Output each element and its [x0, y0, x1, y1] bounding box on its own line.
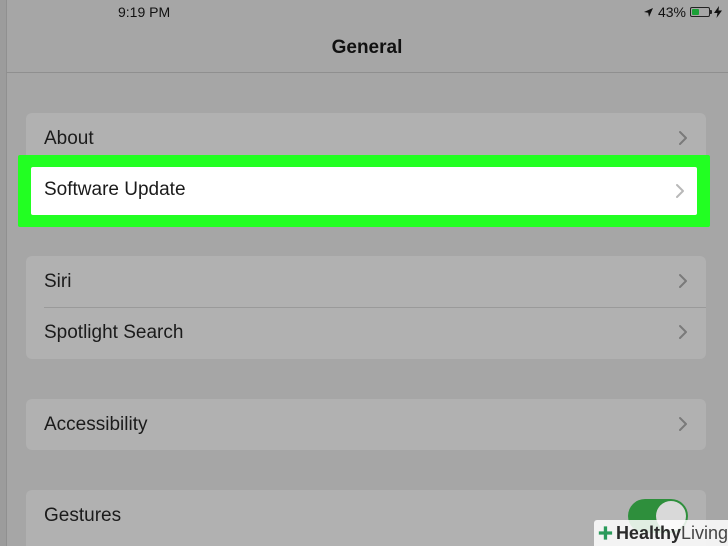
- battery-percent: 43%: [657, 4, 686, 20]
- status-time: 9:19 PM: [118, 4, 171, 20]
- navigation-bar: General: [6, 24, 728, 73]
- chevron-right-icon: [676, 184, 684, 198]
- status-right: 43%: [643, 4, 722, 20]
- cross-plus-icon: [598, 526, 613, 540]
- settings-group-search: Siri Spotlight Search: [26, 256, 706, 359]
- battery-icon: [690, 7, 712, 17]
- highlight-box: Software Update: [18, 155, 710, 227]
- row-spotlight-search[interactable]: Spotlight Search: [26, 307, 706, 358]
- row-accessibility[interactable]: Accessibility: [26, 399, 706, 450]
- chevron-right-icon: [679, 131, 687, 145]
- status-bar: 9:19 PM 43%: [0, 0, 728, 24]
- chevron-right-icon: [679, 417, 687, 431]
- charging-bolt-icon: [714, 6, 722, 18]
- chevron-right-icon: [679, 325, 687, 339]
- row-about-label: About: [44, 127, 94, 149]
- settings-group-accessibility: Accessibility: [26, 399, 706, 450]
- row-siri-label: Siri: [44, 270, 72, 292]
- watermark-logo: HealthyLiving: [594, 520, 728, 546]
- row-gestures-label: Gestures: [44, 504, 122, 526]
- row-software-update[interactable]: Software Update: [31, 167, 697, 215]
- row-accessibility-label: Accessibility: [44, 413, 148, 435]
- battery-fill: [692, 9, 699, 15]
- left-sidebar-edge: [0, 0, 7, 546]
- row-software-update-label: Software Update: [44, 179, 186, 200]
- watermark-text: HealthyLiving: [615, 522, 728, 543]
- location-arrow-icon: [643, 7, 653, 17]
- row-siri[interactable]: Siri: [26, 256, 706, 307]
- row-spotlight-search-label: Spotlight Search: [44, 321, 184, 343]
- chevron-right-icon: [679, 274, 687, 288]
- page-title: General: [331, 37, 403, 58]
